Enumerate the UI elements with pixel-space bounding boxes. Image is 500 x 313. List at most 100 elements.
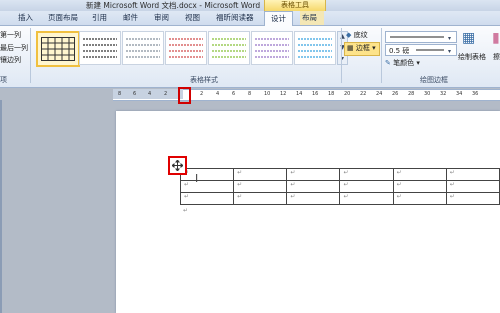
group-separator bbox=[341, 28, 342, 83]
ruler-tick: 36 bbox=[472, 91, 479, 97]
table-cell[interactable]: ↵ bbox=[179, 168, 235, 181]
ruler-indent-highlight[interactable] bbox=[178, 87, 191, 104]
table-cell[interactable]: ↵ bbox=[339, 192, 394, 205]
ruler-tick: 14 bbox=[296, 91, 303, 97]
paragraph-mark: ↵ bbox=[183, 207, 189, 214]
table-move-handle[interactable] bbox=[168, 156, 187, 175]
table-row: ↵ ↵ ↵ ↵ ↵ ↵ bbox=[179, 180, 500, 193]
table-cell[interactable]: ↵ bbox=[392, 192, 447, 205]
table-style-thumb-4[interactable] bbox=[165, 31, 207, 65]
tab-references[interactable]: 引用 bbox=[92, 11, 107, 25]
table-style-thumb-2[interactable] bbox=[79, 31, 121, 65]
table-cell[interactable]: ↵ bbox=[286, 192, 341, 205]
ruler-tick: 6 bbox=[232, 91, 236, 97]
table-cell[interactable]: ↵ bbox=[445, 168, 500, 181]
borders-icon: ▦ bbox=[347, 44, 354, 52]
table-cell[interactable]: ↵ bbox=[286, 168, 341, 181]
ruler-tick: 4 bbox=[216, 91, 220, 97]
document-table[interactable]: ↵ ↵ ↵ ↵ ↵ ↵ ↵ ↵ ↵ ↵ ↵ ↵ ↵ ↵ ↵ ↵ ↵ ↵ bbox=[179, 168, 500, 205]
svg-text:▾: ▾ bbox=[448, 48, 451, 55]
table-tools-tab: 表格工具 bbox=[264, 0, 326, 11]
plain-style-icon bbox=[83, 38, 117, 58]
table-cell[interactable]: ↵ bbox=[339, 180, 394, 193]
ruler-tick: 4 bbox=[148, 91, 152, 97]
svg-text:▾: ▾ bbox=[448, 35, 451, 42]
table-cell[interactable]: ↵ bbox=[179, 192, 235, 205]
draw-table-button[interactable]: 绘制表格 bbox=[458, 52, 486, 62]
ruler-tick: 28 bbox=[408, 91, 415, 97]
shading-button[interactable]: ◆ 底纹 bbox=[346, 30, 368, 40]
ruler-tick: 2 bbox=[200, 91, 204, 97]
grid-style-icon bbox=[41, 37, 75, 61]
ruler-tick: 32 bbox=[440, 91, 447, 97]
tab-view[interactable]: 视图 bbox=[185, 11, 200, 25]
table-styles-label: 表格样式 bbox=[190, 76, 218, 84]
ruler-tick: 18 bbox=[328, 91, 335, 97]
draw-table-icon[interactable]: ▦ bbox=[462, 30, 475, 46]
table-cell[interactable]: ↵ bbox=[392, 168, 447, 181]
ruler-tick: 20 bbox=[344, 91, 351, 97]
borders-button-label: ▦ 边框 ▾ bbox=[347, 44, 376, 52]
eraser-button[interactable]: 擦 bbox=[493, 52, 500, 62]
table-cell[interactable]: ↵ bbox=[339, 168, 394, 181]
pen-line-icon: ▾ bbox=[390, 35, 451, 42]
pen-color-button[interactable]: ✎ 笔颜色 ▾ bbox=[385, 58, 420, 68]
tab-mailings[interactable]: 邮件 bbox=[123, 11, 138, 25]
table-row: ↵ ↵ ↵ ↵ ↵ ↵ bbox=[179, 168, 500, 181]
tab-page-layout[interactable]: 页面布局 bbox=[48, 11, 78, 25]
table-style-options-label: 项 bbox=[0, 76, 7, 84]
text-cursor-icon: I bbox=[195, 172, 199, 185]
paint-bucket-icon: ◆ bbox=[346, 31, 352, 39]
last-column-option[interactable]: 最后一列 bbox=[0, 43, 28, 53]
table-cell[interactable]: ↵ bbox=[445, 180, 500, 193]
tab-review[interactable]: 审阅 bbox=[154, 11, 169, 25]
tab-insert[interactable]: 插入 bbox=[18, 11, 33, 25]
table-style-thumb-3[interactable] bbox=[122, 31, 164, 65]
table-cell[interactable]: ↵ bbox=[286, 180, 341, 193]
ruler-tick: 26 bbox=[392, 91, 399, 97]
ruler-tick: 24 bbox=[376, 91, 383, 97]
tab-design[interactable]: 设计 bbox=[264, 11, 293, 27]
table-style-thumb-5[interactable] bbox=[208, 31, 250, 65]
ruler-tick: 30 bbox=[424, 91, 431, 97]
document-page[interactable] bbox=[116, 111, 500, 313]
chevron-down-icon: ▾ bbox=[372, 44, 376, 52]
pen-weight-select[interactable]: 0.5 磅 ▾ bbox=[385, 44, 457, 56]
table-style-thumb-7[interactable] bbox=[294, 31, 336, 65]
ruler-tick: 6 bbox=[133, 91, 137, 97]
ruler-tick: 2 bbox=[164, 91, 168, 97]
group-separator bbox=[381, 28, 382, 83]
group-separator bbox=[30, 28, 31, 83]
pen-style-select[interactable]: ▾ bbox=[385, 31, 457, 43]
pen-icon: ✎ bbox=[385, 59, 391, 67]
gray-style-icon bbox=[126, 38, 160, 58]
table-cell[interactable]: ↵ bbox=[233, 192, 288, 205]
table-cell[interactable]: ↵ bbox=[392, 180, 447, 193]
table-style-thumb-6[interactable] bbox=[251, 31, 293, 65]
left-edge bbox=[0, 100, 2, 313]
table-cell[interactable]: ↵ bbox=[445, 192, 500, 205]
weight-line-icon: ▾ bbox=[416, 48, 451, 55]
ruler-tick: 10 bbox=[264, 91, 271, 97]
window-title: 新建 Microsoft Word 文档.docx - Microsoft Wo… bbox=[86, 1, 261, 10]
red-style-icon bbox=[169, 38, 203, 58]
banded-columns-option[interactable]: 镶边列 bbox=[0, 55, 21, 65]
chevron-down-icon: ▾ bbox=[416, 59, 420, 67]
table-cell[interactable]: ↵ bbox=[179, 180, 235, 193]
ruler-tick: 12 bbox=[280, 91, 287, 97]
tab-layout[interactable]: 布局 bbox=[302, 11, 317, 25]
first-column-option[interactable]: 第一列 bbox=[0, 30, 21, 40]
ruler-tick: 8 bbox=[248, 91, 252, 97]
green-style-icon bbox=[212, 38, 246, 58]
blue-style-icon bbox=[298, 38, 332, 58]
move-arrows-icon bbox=[172, 160, 183, 171]
table-style-thumb-1[interactable] bbox=[36, 31, 80, 67]
table-row: ↵ ↵ ↵ ↵ ↵ ↵ bbox=[179, 192, 500, 205]
tab-foxit-reader[interactable]: 福昕阅读器 bbox=[216, 11, 254, 25]
ruler-tick: 34 bbox=[456, 91, 463, 97]
eraser-icon[interactable]: ▮ bbox=[492, 30, 500, 46]
table-cell[interactable]: ↵ bbox=[233, 168, 288, 181]
table-cell[interactable]: ↵ bbox=[233, 180, 288, 193]
draw-borders-label: 绘图边框 bbox=[420, 76, 448, 84]
ruler-tick: 16 bbox=[312, 91, 319, 97]
